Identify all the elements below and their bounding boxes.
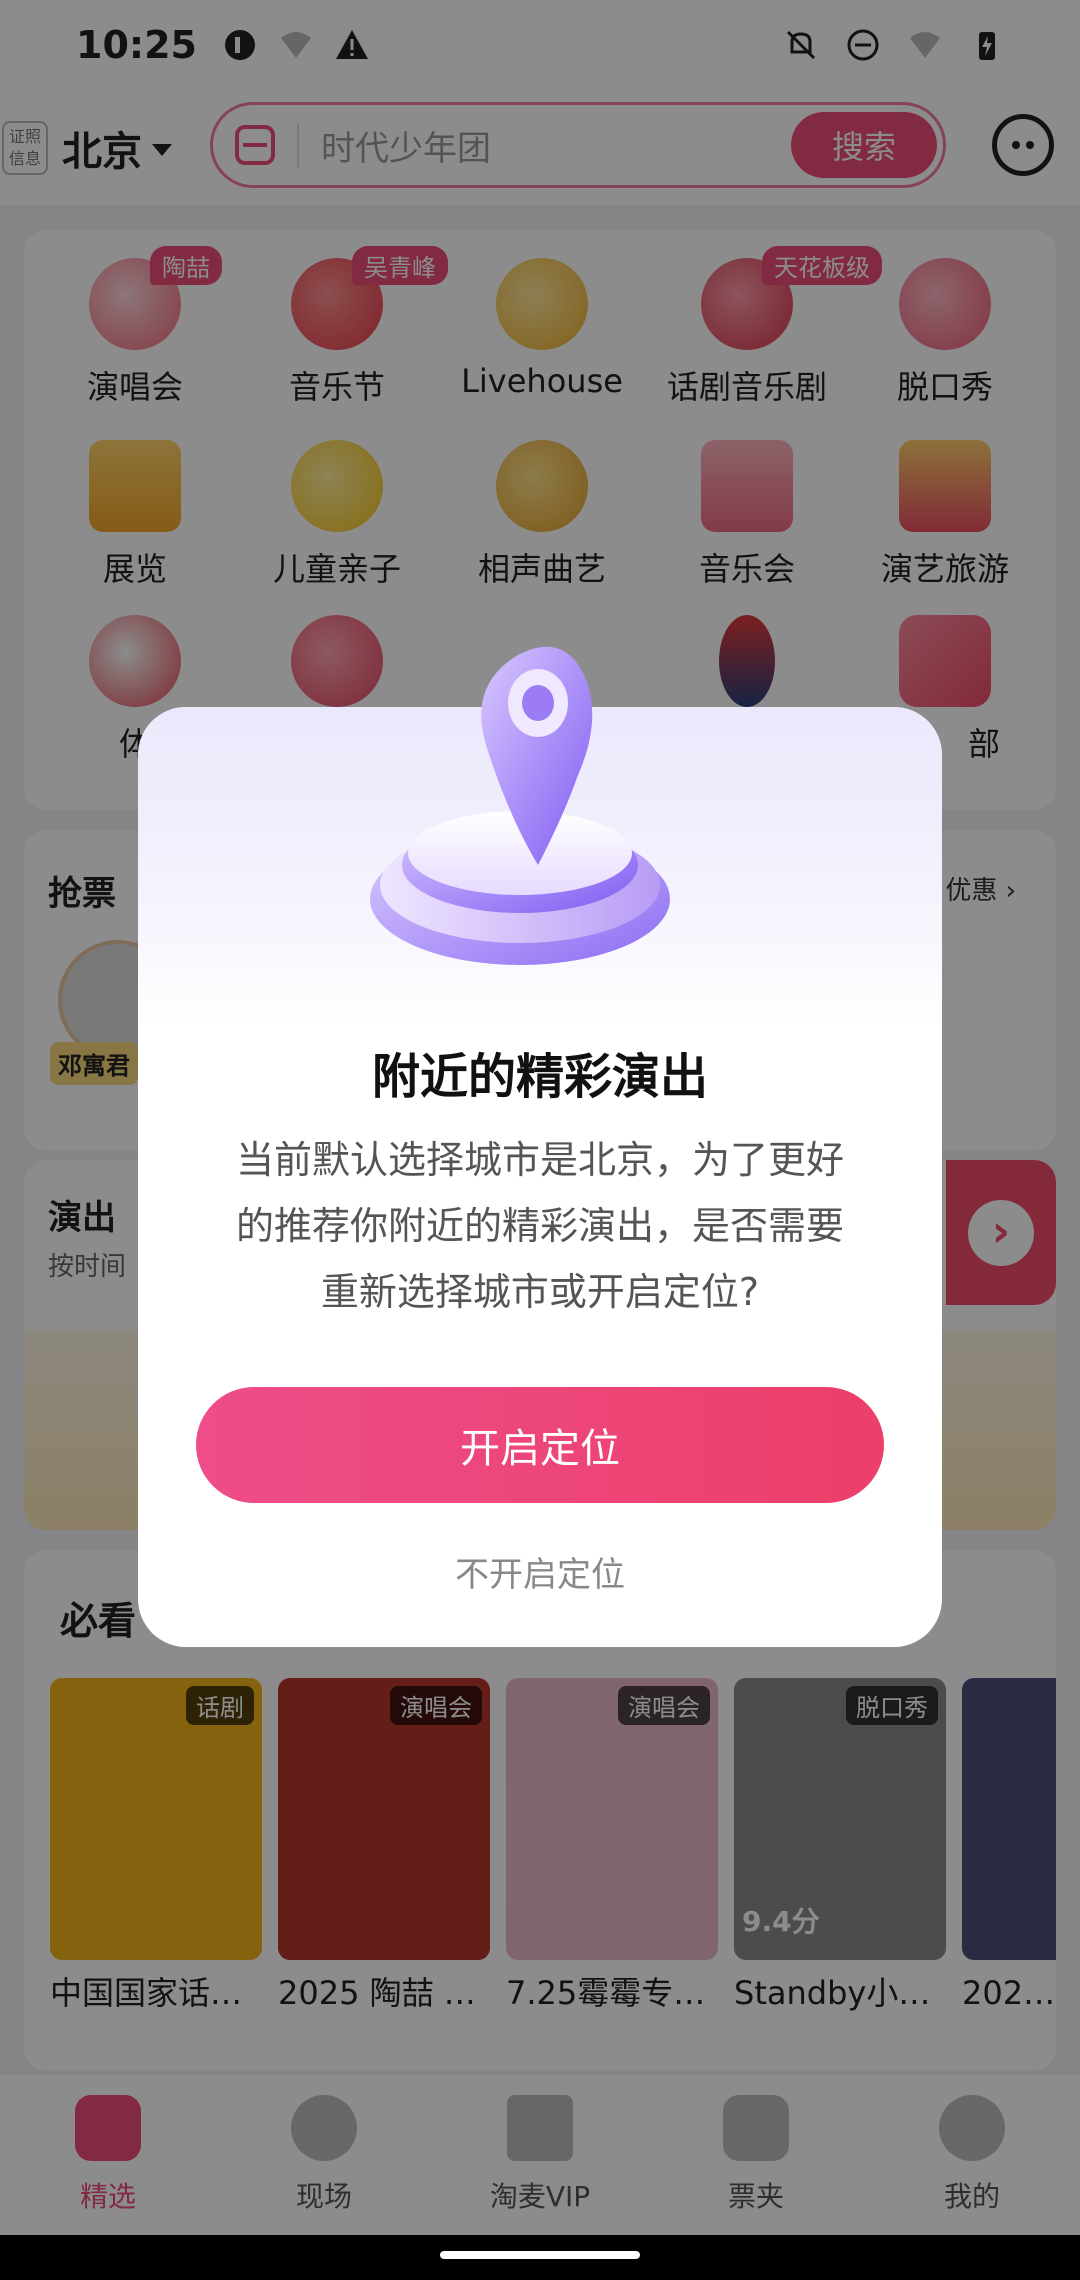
decline-location-button[interactable]: 不开启定位	[138, 1547, 942, 1596]
location-pin-icon	[370, 646, 670, 965]
dialog-title: 附近的精彩演出	[371, 1049, 708, 1105]
home-indicator[interactable]	[440, 2251, 640, 2259]
dialog-message: 当前默认选择城市是北京，为了更好的推荐你附近的精彩演出，是否需要重新选择城市或开…	[235, 1138, 844, 1314]
enable-location-button[interactable]: 开启定位	[196, 1387, 884, 1503]
location-permission-dialog: 附近的精彩演出 当前默认选择城市是北京，为了更好的推荐你附近的精彩演出，是否需要…	[138, 646, 942, 1647]
gesture-bar	[0, 2235, 1080, 2280]
